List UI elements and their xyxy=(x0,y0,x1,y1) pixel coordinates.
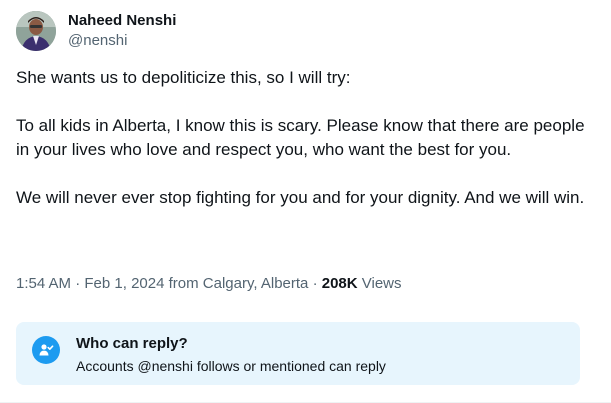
meta-separator: · xyxy=(71,275,85,292)
author-handle[interactable]: @nenshi xyxy=(68,31,176,51)
tweet-date[interactable]: Feb 1, 2024 xyxy=(84,275,164,292)
tweet-text: She wants us to depoliticize this, so I … xyxy=(16,68,585,207)
reply-restriction-description: Accounts @nenshi follows or mentioned ca… xyxy=(76,358,386,374)
reply-restriction-box[interactable]: Who can reply? Accounts @nenshi follows … xyxy=(16,322,580,385)
views-count[interactable]: 208K xyxy=(322,275,358,292)
author-names: Naheed Nenshi @nenshi xyxy=(68,11,176,51)
tweet-location: from Calgary, Alberta xyxy=(164,275,309,292)
tweet-meta: 1:54 AM · Feb 1, 2024 from Calgary, Albe… xyxy=(16,274,402,294)
profile-photo-icon xyxy=(16,11,56,51)
avatar[interactable] xyxy=(16,11,56,51)
tweet-time[interactable]: 1:54 AM xyxy=(16,275,71,292)
tweet-header: Naheed Nenshi @nenshi xyxy=(16,11,176,51)
person-check-icon xyxy=(32,336,60,364)
views-label: Views xyxy=(357,275,402,292)
meta-separator: · xyxy=(308,275,322,292)
author-display-name[interactable]: Naheed Nenshi xyxy=(68,11,176,31)
reply-restriction-title: Who can reply? xyxy=(76,335,188,352)
